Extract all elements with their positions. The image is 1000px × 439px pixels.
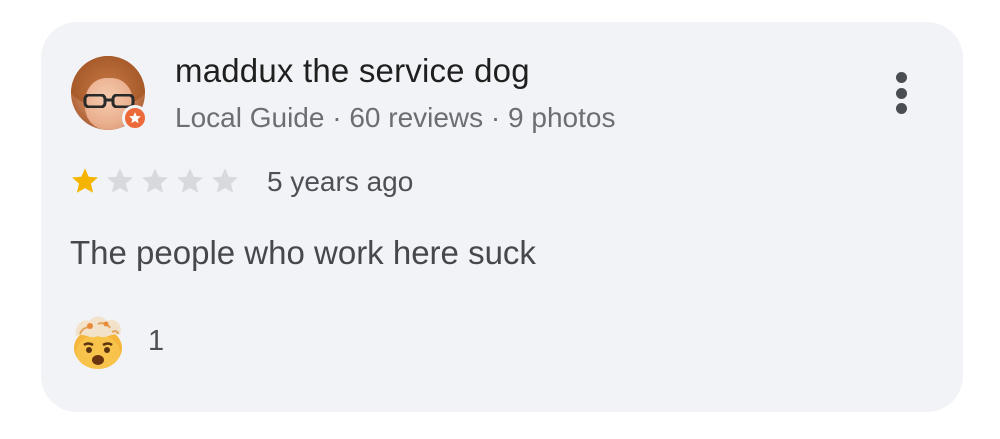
star-empty-icon — [142, 168, 168, 193]
star-empty-icon — [177, 168, 203, 193]
local-guide-badge-icon — [122, 105, 148, 131]
star-empty-icon — [212, 168, 238, 193]
more-vert-icon-dot — [895, 87, 907, 99]
more-vert-icon-dot — [895, 103, 907, 114]
more-vert-icon — [895, 72, 907, 83]
star-rating — [69, 165, 241, 197]
exploding-head-emoji-icon — [74, 316, 122, 369]
author-meta: Local Guide · 60 reviews · 9 photos — [175, 102, 616, 133]
reaction-button[interactable]: 1 — [68, 312, 164, 370]
star-filled-icon — [72, 168, 98, 193]
reaction-count: 1 — [148, 324, 165, 357]
review-card: maddux the service dog Local Guide · 60 … — [41, 22, 963, 412]
review-date: 5 years ago — [267, 166, 414, 197]
review-text: The people who work here suck — [70, 234, 536, 271]
more-options-button[interactable] — [883, 68, 919, 118]
author-name[interactable]: maddux the service dog — [175, 52, 530, 90]
star-empty-icon — [107, 168, 133, 193]
